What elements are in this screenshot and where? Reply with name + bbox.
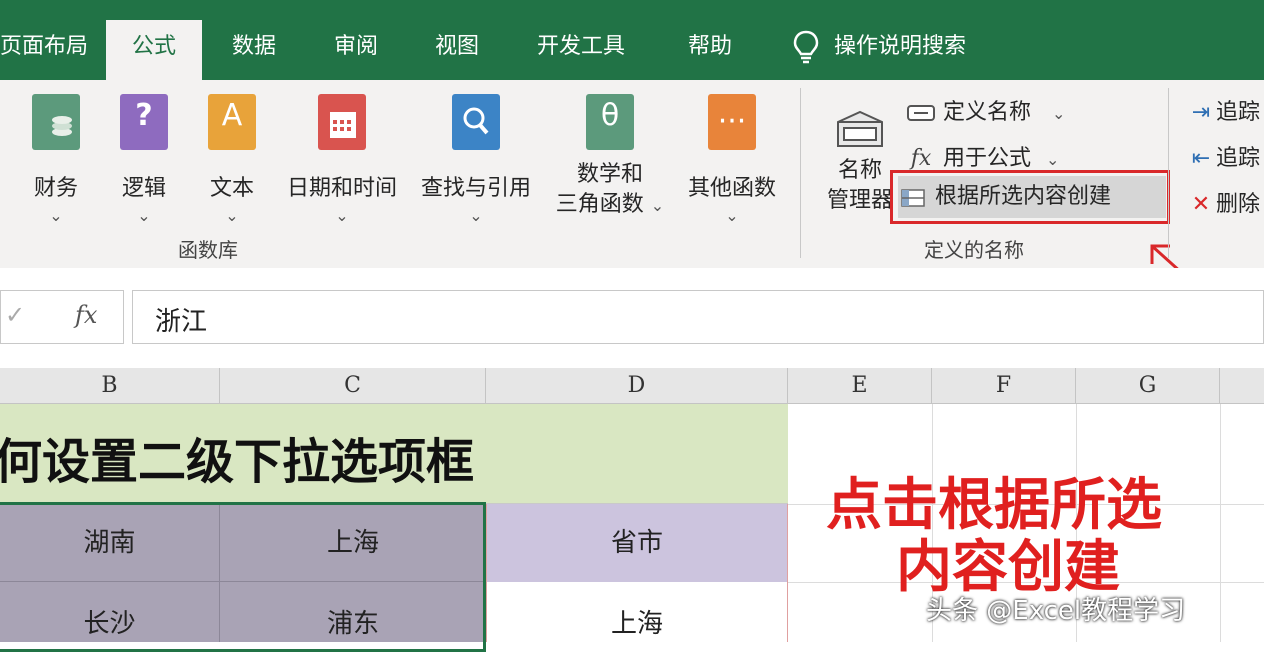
chevron-down-icon: ⌄	[225, 206, 239, 225]
chevron-down-icon: ⌄	[469, 206, 483, 225]
formula-buttons: ✓ fx	[0, 290, 124, 344]
name-manager-label2: 管理器	[826, 188, 893, 213]
column-header-h[interactable]	[1220, 368, 1264, 404]
create-from-selection-icon	[898, 176, 928, 218]
math-trig-label2: 三角函数 ⌄	[555, 192, 665, 217]
text-button[interactable]: A 文本 ⌄	[194, 94, 270, 234]
column-header-f[interactable]: F	[932, 368, 1076, 404]
financial-label: 财务	[33, 176, 78, 201]
define-name-label: 定义名称	[943, 100, 1032, 125]
column-header-d[interactable]: D	[486, 368, 788, 404]
cell-d-province[interactable]: 省市	[486, 504, 788, 582]
tell-me-label: 操作说明搜索	[834, 34, 967, 59]
more-functions-label: 其他函数	[687, 176, 776, 201]
name-manager-icon	[837, 110, 883, 147]
text-icon: A	[208, 94, 256, 150]
chevron-down-icon: ⌄	[650, 196, 665, 215]
trace-dependents-label: 追踪	[1216, 146, 1261, 171]
annotation-text: 点击根据所选 内容创建	[826, 474, 1162, 598]
column-header-b[interactable]: B	[0, 368, 220, 404]
tell-me-box[interactable]: 操作说明搜索	[792, 20, 966, 80]
remove-arrows-label: 删除	[1216, 192, 1261, 217]
column-header-g[interactable]: G	[1076, 368, 1220, 404]
use-in-formula-button[interactable]: fx 用于公式 ⌄	[906, 140, 1060, 172]
remove-arrows-button[interactable]: ✕ 删除	[1186, 186, 1260, 218]
ribbon-tab-bar: 页面布局 公式 数据 审阅 视图 开发工具 帮助 操作说明搜索	[0, 0, 1264, 80]
more-functions-icon: ···	[708, 94, 756, 150]
group-separator	[1168, 88, 1169, 258]
partial-label: ，	[0, 176, 12, 201]
financial-icon	[32, 94, 80, 150]
annotation-line2: 内容创建	[896, 534, 1120, 600]
logical-label: 逻辑	[121, 176, 166, 201]
chevron-down-icon: ⌄	[1052, 104, 1066, 123]
use-in-formula-label: 用于公式	[943, 146, 1032, 171]
chevron-down-icon: ⌄	[725, 206, 739, 225]
trace-dependents-button[interactable]: ⇤ 追踪	[1186, 140, 1260, 172]
cell-d-shanghai[interactable]: 上海	[486, 582, 788, 642]
trace-precedents-button[interactable]: ⇥ 追踪	[1186, 94, 1260, 126]
math-trig-button[interactable]: θ 数学和 三角函数 ⌄	[548, 94, 672, 244]
ribbon: ， 财务 ⌄ ? 逻辑 ⌄ A 文本 ⌄	[0, 80, 1264, 284]
tab-page-layout[interactable]: 页面布局	[0, 20, 88, 80]
chevron-down-icon: ⌄	[1046, 150, 1060, 169]
chevron-down-icon: ⌄	[137, 206, 151, 225]
fx-icon: fx	[910, 146, 932, 171]
name-manager-label1: 名称	[837, 158, 882, 183]
function-library-group-label: 函数库	[178, 238, 238, 262]
date-time-label: 日期和时间	[286, 176, 397, 201]
tab-formulas[interactable]: 公式	[106, 20, 202, 80]
lookup-reference-label: 查找与引用	[420, 176, 531, 201]
create-from-selection-label: 根据所选内容创建	[935, 184, 1112, 209]
logical-button[interactable]: ? 逻辑 ⌄	[106, 94, 182, 234]
financial-button[interactable]: 财务 ⌄	[18, 94, 94, 234]
column-header-c[interactable]: C	[220, 368, 486, 404]
tab-help[interactable]: 帮助	[688, 20, 732, 80]
calendar-icon	[318, 94, 366, 150]
group-separator	[800, 88, 801, 258]
formula-bar-area: ✓ fx 浙江	[0, 268, 1264, 368]
gridline	[1220, 404, 1221, 642]
insert-function-button[interactable]: fx	[75, 301, 97, 329]
tab-developer[interactable]: 开发工具	[537, 20, 625, 80]
chevron-down-icon: ⌄	[335, 206, 349, 225]
title-cell[interactable]: 何设置二级下拉选项框	[0, 404, 788, 504]
check-icon[interactable]: ✓	[5, 301, 25, 329]
more-functions-button[interactable]: ··· 其他函数 ⌄	[682, 94, 782, 234]
selection-range	[0, 502, 486, 652]
tab-view[interactable]: 视图	[435, 20, 479, 80]
formula-input[interactable]: 浙江	[132, 290, 1264, 344]
annotation-line1: 点击根据所选	[826, 472, 1162, 538]
lightbulb-icon	[793, 30, 819, 64]
tab-review[interactable]: 审阅	[334, 20, 378, 80]
title-text: 何设置二级下拉选项框	[0, 434, 475, 490]
define-name-icon	[906, 100, 936, 125]
trace-precedents-icon: ⇥	[1191, 100, 1211, 125]
math-trig-label: 数学和	[576, 162, 643, 187]
date-time-button[interactable]: 日期和时间 ⌄	[280, 94, 404, 234]
logical-icon: ?	[120, 94, 168, 150]
formula-value: 浙江	[155, 307, 208, 337]
magnifier-icon	[452, 94, 500, 150]
create-from-selection-button[interactable]: 根据所选内容创建	[898, 176, 1166, 218]
column-header-e[interactable]: E	[788, 368, 932, 404]
defined-names-group-label: 定义的名称	[924, 238, 1024, 262]
trace-precedents-label: 追踪	[1216, 100, 1261, 125]
watermark: 头条 @Excel教程学习	[926, 596, 1186, 626]
remove-arrows-icon: ✕	[1191, 192, 1211, 217]
ribbon-button-partial[interactable]: ，	[0, 94, 12, 244]
name-manager-button[interactable]: 名称 管理器	[820, 102, 900, 242]
text-label: 文本	[209, 176, 254, 201]
tab-data[interactable]: 数据	[232, 20, 276, 80]
define-name-button[interactable]: 定义名称 ⌄	[906, 94, 1065, 126]
chevron-down-icon: ⌄	[49, 206, 63, 225]
trace-dependents-icon: ⇤	[1191, 146, 1211, 171]
lookup-reference-button[interactable]: 查找与引用 ⌄	[414, 94, 538, 234]
theta-icon: θ	[586, 94, 634, 150]
